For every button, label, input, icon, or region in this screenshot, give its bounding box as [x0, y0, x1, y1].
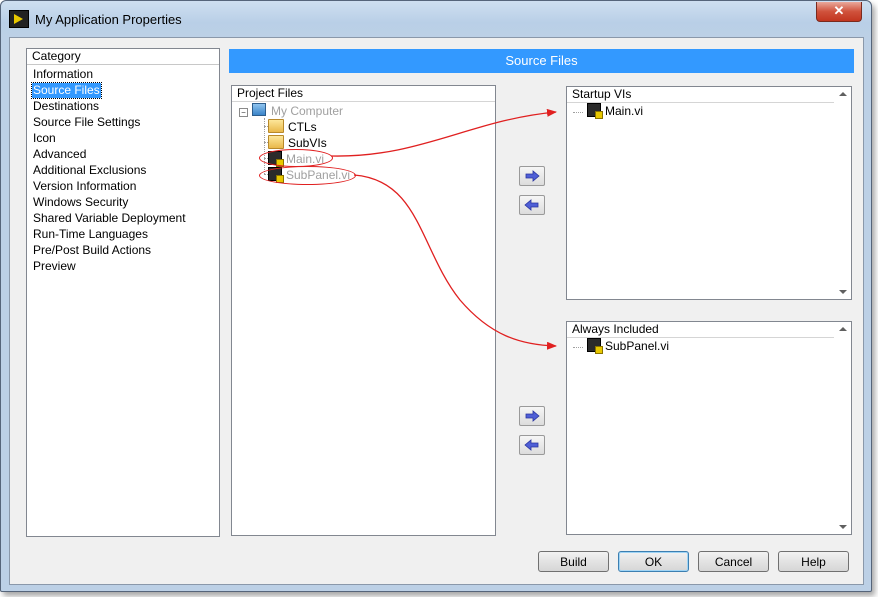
right-arrow-icon	[525, 170, 540, 182]
startup-vis-header: Startup VIs	[567, 87, 834, 103]
build-button[interactable]: Build	[538, 551, 609, 572]
category-item-preview[interactable]: Preview	[32, 259, 77, 274]
category-item-information[interactable]: Information	[32, 67, 94, 82]
tree-item-ctls[interactable]: CTLs	[268, 119, 317, 135]
tree-item-my-computer[interactable]: My Computer	[252, 103, 343, 119]
vi-icon	[587, 338, 603, 354]
category-header: Category	[27, 49, 219, 65]
dialog-client-area: Category Information Source Files Destin…	[9, 37, 864, 585]
always-included-scrollbar[interactable]	[835, 322, 851, 534]
tree-item-label: My Computer	[271, 104, 344, 118]
cancel-button[interactable]: Cancel	[698, 551, 769, 572]
category-item-advanced[interactable]: Advanced	[32, 147, 87, 162]
startup-vis-scrollbar[interactable]	[835, 87, 851, 299]
scroll-up-icon[interactable]	[839, 327, 847, 331]
section-banner: Source Files	[229, 49, 854, 73]
always-included-item-subpanel-vi[interactable]: SubPanel.vi	[587, 338, 669, 354]
category-item-destinations[interactable]: Destinations	[32, 99, 100, 114]
category-item-source-files[interactable]: Source Files	[31, 82, 102, 99]
category-item-shared-variable-deployment[interactable]: Shared Variable Deployment	[32, 211, 187, 226]
collapse-toggle[interactable]: −	[239, 108, 248, 117]
properties-window: My Application Properties ✕ Category Inf…	[0, 0, 872, 592]
category-item-version-information[interactable]: Version Information	[32, 179, 137, 194]
scroll-down-icon[interactable]	[839, 290, 847, 294]
category-item-source-file-settings[interactable]: Source File Settings	[32, 115, 141, 130]
tree-item-label: CTLs	[288, 120, 317, 134]
always-included-list[interactable]: Always Included SubPanel.vi	[566, 321, 852, 535]
category-item-pre-post-build-actions[interactable]: Pre/Post Build Actions	[32, 243, 152, 258]
remove-from-always-included-button[interactable]	[519, 435, 545, 455]
startup-vis-list[interactable]: Startup VIs Main.vi	[566, 86, 852, 300]
help-button[interactable]: Help	[778, 551, 849, 572]
category-item-run-time-languages[interactable]: Run-Time Languages	[32, 227, 149, 242]
computer-icon	[252, 103, 266, 116]
title-bar[interactable]: My Application Properties ✕	[1, 1, 871, 37]
vi-icon	[587, 103, 603, 119]
tree-item-label: SubVIs	[288, 136, 327, 150]
list-item-label: SubPanel.vi	[605, 339, 670, 353]
add-to-always-included-button[interactable]	[519, 406, 545, 426]
annotation-ellipse-main-vi	[259, 149, 333, 167]
left-arrow-icon	[524, 439, 539, 451]
tree-guide-line	[573, 112, 583, 113]
ok-button[interactable]: OK	[618, 551, 689, 572]
window-title: My Application Properties	[35, 12, 182, 27]
always-included-header: Always Included	[567, 322, 834, 338]
startup-item-main-vi[interactable]: Main.vi	[587, 103, 643, 119]
list-item-label: Main.vi	[605, 104, 644, 118]
category-item-icon[interactable]: Icon	[32, 131, 57, 146]
category-item-windows-security[interactable]: Windows Security	[32, 195, 129, 210]
annotation-ellipse-subpanel-vi	[259, 166, 356, 185]
folder-icon	[268, 135, 284, 149]
category-item-additional-exclusions[interactable]: Additional Exclusions	[32, 163, 147, 178]
project-files-header: Project Files	[232, 86, 495, 102]
remove-from-startup-button[interactable]	[519, 195, 545, 215]
category-list[interactable]: Category Information Source Files Destin…	[26, 48, 220, 537]
labview-app-icon	[9, 10, 29, 28]
right-arrow-icon	[525, 410, 540, 422]
close-button[interactable]: ✕	[816, 2, 862, 22]
folder-icon	[268, 119, 284, 133]
add-to-startup-button[interactable]	[519, 166, 545, 186]
left-arrow-icon	[524, 199, 539, 211]
scroll-down-icon[interactable]	[839, 525, 847, 529]
scroll-up-icon[interactable]	[839, 92, 847, 96]
tree-guide-line	[573, 347, 583, 348]
